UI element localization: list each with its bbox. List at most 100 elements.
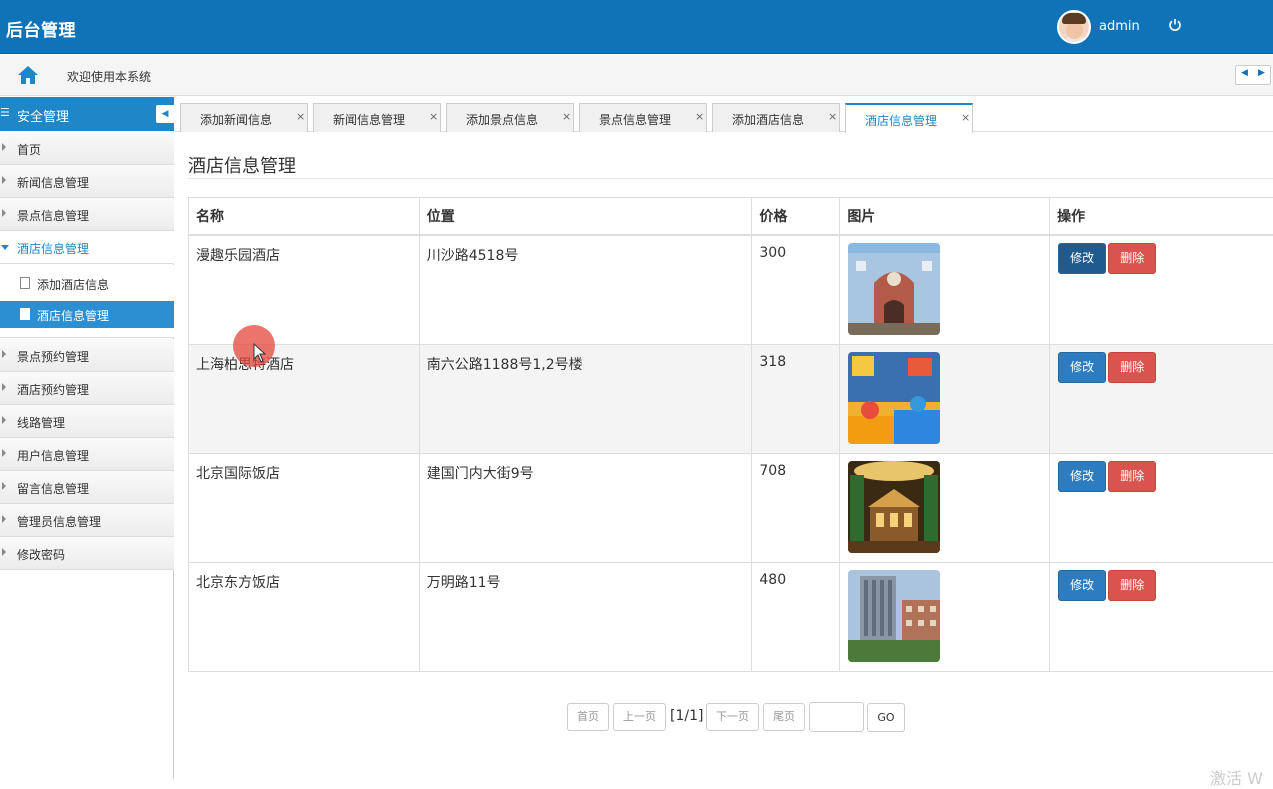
sidebar-item-label: 修改密码 xyxy=(17,546,65,563)
tab-news-manage[interactable]: 新闻信息管理 × xyxy=(313,103,441,132)
username[interactable]: admin xyxy=(1099,19,1140,34)
prev-page-button[interactable]: 上一页 xyxy=(613,703,666,731)
cell-location: 建国门内大街9号 xyxy=(419,453,752,562)
subitem-add-hotel[interactable]: 添加酒店信息 xyxy=(0,270,174,297)
scroll-right-icon[interactable]: ▶ xyxy=(1258,68,1265,78)
collapse-sidebar-icon[interactable]: ◀ xyxy=(156,105,174,123)
sidebar-header: ☰ 安全管理 ◀ xyxy=(0,97,174,131)
table-row: 北京东方饭店 万明路11号 480 修改删除 xyxy=(189,562,1273,671)
sidebar-item-hotel-booking[interactable]: 酒店预约管理 xyxy=(0,372,174,405)
last-page-button[interactable]: 尾页 xyxy=(763,703,805,731)
close-icon[interactable]: × xyxy=(296,110,305,123)
cell-price: 300 xyxy=(752,235,840,345)
cell-name: 上海柏思特酒店 xyxy=(189,344,420,453)
caret-right-icon xyxy=(2,449,6,457)
sidebar-item-hotel[interactable]: 酒店信息管理 xyxy=(0,231,174,264)
hotel-thumbnail xyxy=(848,352,940,444)
column-header-image: 图片 xyxy=(840,198,1050,235)
table-row: 漫趣乐园酒店 川沙路4518号 300 修改删除 xyxy=(189,235,1273,345)
column-header-actions: 操作 xyxy=(1050,198,1273,235)
tab-label: 添加酒店信息 xyxy=(732,111,804,128)
tab-add-scenic[interactable]: 添加景点信息 × xyxy=(446,103,574,132)
delete-button[interactable]: 删除 xyxy=(1108,243,1156,274)
caret-right-icon xyxy=(2,176,6,184)
sidebar-item-admins[interactable]: 管理员信息管理 xyxy=(0,504,174,537)
edit-button[interactable]: 修改 xyxy=(1058,243,1106,274)
sidebar-item-users[interactable]: 用户信息管理 xyxy=(0,438,174,471)
sidebar-item-label: 景点信息管理 xyxy=(17,207,89,224)
subitem-label: 酒店信息管理 xyxy=(37,307,109,324)
top-header: 后台管理 admin xyxy=(0,0,1273,54)
sidebar-item-messages[interactable]: 留言信息管理 xyxy=(0,471,174,504)
subitem-hotel-manage[interactable]: 酒店信息管理 xyxy=(0,301,174,328)
hotel-thumbnail xyxy=(848,570,940,662)
sidebar-item-scenic[interactable]: 景点信息管理 xyxy=(0,198,174,231)
sidebar-item-routes[interactable]: 线路管理 xyxy=(0,405,174,438)
hotel-thumbnail xyxy=(848,243,940,335)
watermark: 激活 W xyxy=(1210,765,1263,789)
sidebar-item-news[interactable]: 新闻信息管理 xyxy=(0,165,174,198)
tab-label: 酒店信息管理 xyxy=(865,112,937,129)
cell-name: 北京东方饭店 xyxy=(189,562,420,671)
hotel-submenu: 添加酒店信息 酒店信息管理 xyxy=(0,265,174,338)
page-info: [1/1] xyxy=(670,708,703,724)
sidebar-item-label: 酒店信息管理 xyxy=(17,240,89,257)
caret-right-icon xyxy=(2,209,6,217)
user-avatar[interactable] xyxy=(1057,10,1091,44)
home-icon[interactable] xyxy=(17,64,39,86)
cell-name: 北京国际饭店 xyxy=(189,453,420,562)
sidebar-item-home[interactable]: 首页 xyxy=(0,132,174,165)
power-icon[interactable] xyxy=(1166,16,1184,34)
edit-button[interactable]: 修改 xyxy=(1058,570,1106,601)
cell-actions: 修改删除 xyxy=(1050,453,1273,562)
tab-bar: 添加新闻信息 × 新闻信息管理 × 添加景点信息 × 景点信息管理 × 添加酒店… xyxy=(175,97,1273,132)
cell-actions: 修改删除 xyxy=(1050,562,1273,671)
cell-price: 708 xyxy=(752,453,840,562)
document-icon xyxy=(20,277,30,289)
sidebar-item-scenic-booking[interactable]: 景点预约管理 xyxy=(0,339,174,372)
sidebar-item-label: 酒店预约管理 xyxy=(17,381,89,398)
delete-button[interactable]: 删除 xyxy=(1108,352,1156,383)
page-number-input[interactable] xyxy=(809,702,864,732)
tab-label: 添加新闻信息 xyxy=(200,111,272,128)
caret-right-icon xyxy=(2,548,6,556)
next-page-button[interactable]: 下一页 xyxy=(706,703,759,731)
sidebar-item-label: 新闻信息管理 xyxy=(17,174,89,191)
tab-add-hotel[interactable]: 添加酒店信息 × xyxy=(712,103,840,132)
scroll-left-icon[interactable]: ◀ xyxy=(1241,68,1248,78)
tab-hotel-manage[interactable]: 酒店信息管理 × xyxy=(845,103,973,133)
delete-button[interactable]: 删除 xyxy=(1108,461,1156,492)
column-header-price: 价格 xyxy=(752,198,840,235)
welcome-text: 欢迎使用本系统 xyxy=(67,68,151,85)
cell-price: 318 xyxy=(752,344,840,453)
caret-down-icon xyxy=(1,245,9,250)
go-button[interactable]: GO xyxy=(867,703,905,732)
close-icon[interactable]: × xyxy=(695,110,704,123)
close-icon[interactable]: × xyxy=(961,111,970,124)
table-row: 上海柏思特酒店 南六公路1188号1,2号楼 318 修改删除 xyxy=(189,344,1273,453)
delete-button[interactable]: 删除 xyxy=(1108,570,1156,601)
close-icon[interactable]: × xyxy=(562,110,571,123)
tab-add-news[interactable]: 添加新闻信息 × xyxy=(180,103,308,132)
caret-right-icon xyxy=(2,350,6,358)
hotel-thumbnail xyxy=(848,461,940,553)
sidebar-item-change-password[interactable]: 修改密码 xyxy=(0,537,174,570)
sidebar-item-label: 首页 xyxy=(17,141,41,158)
cell-actions: 修改删除 xyxy=(1050,344,1273,453)
document-icon xyxy=(20,308,30,320)
mouse-cursor-icon xyxy=(253,343,267,363)
sidebar-item-label: 景点预约管理 xyxy=(17,348,89,365)
tab-label: 新闻信息管理 xyxy=(333,111,405,128)
close-icon[interactable]: × xyxy=(429,110,438,123)
first-page-button[interactable]: 首页 xyxy=(567,703,609,731)
table-header-row: 名称 位置 价格 图片 操作 xyxy=(189,198,1273,235)
cell-image xyxy=(840,453,1050,562)
edit-button[interactable]: 修改 xyxy=(1058,352,1106,383)
menu-icon: ☰ xyxy=(0,106,10,119)
tab-scenic-manage[interactable]: 景点信息管理 × xyxy=(579,103,707,132)
close-icon[interactable]: × xyxy=(828,110,837,123)
sidebar-item-label: 管理员信息管理 xyxy=(17,513,101,530)
app-title: 后台管理 xyxy=(6,16,76,41)
page-title: 酒店信息管理 xyxy=(188,152,296,178)
edit-button[interactable]: 修改 xyxy=(1058,461,1106,492)
